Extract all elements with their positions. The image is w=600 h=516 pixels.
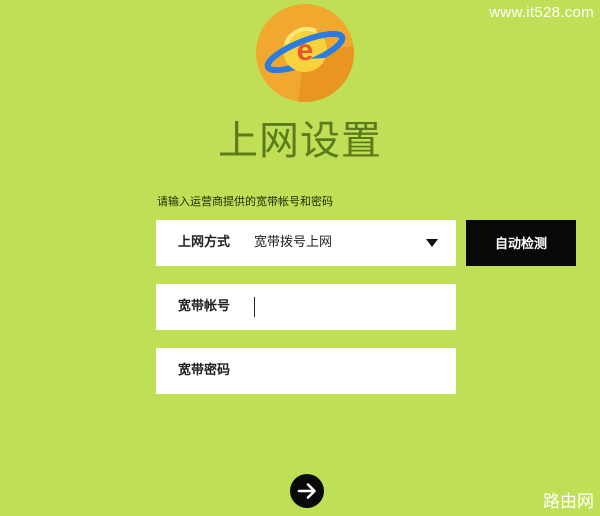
- connection-type-select[interactable]: 上网方式 宽带拨号上网: [156, 220, 456, 266]
- auto-detect-button[interactable]: 自动检测: [466, 220, 576, 266]
- logo-letter: e: [297, 34, 314, 67]
- chevron-down-icon[interactable]: [426, 239, 438, 247]
- hint-text: 请输入运营商提供的宽带帐号和密码: [157, 195, 333, 208]
- watermark-top: www.it528.com: [489, 4, 594, 21]
- next-button[interactable]: [290, 474, 324, 508]
- password-field[interactable]: 宽带密码: [156, 348, 456, 394]
- account-label: 宽带帐号: [178, 299, 231, 314]
- connection-type-value: 宽带拨号上网: [254, 235, 333, 250]
- account-field[interactable]: 宽带帐号: [156, 284, 456, 330]
- watermark-bottom: 路由网: [543, 492, 594, 512]
- planet-logo-icon: e: [256, 4, 354, 102]
- arrow-right-icon: [297, 483, 316, 499]
- password-label: 宽带密码: [178, 363, 231, 378]
- text-cursor: [254, 297, 255, 317]
- connection-type-label: 上网方式: [178, 235, 231, 250]
- page-title: 上网设置: [218, 118, 382, 164]
